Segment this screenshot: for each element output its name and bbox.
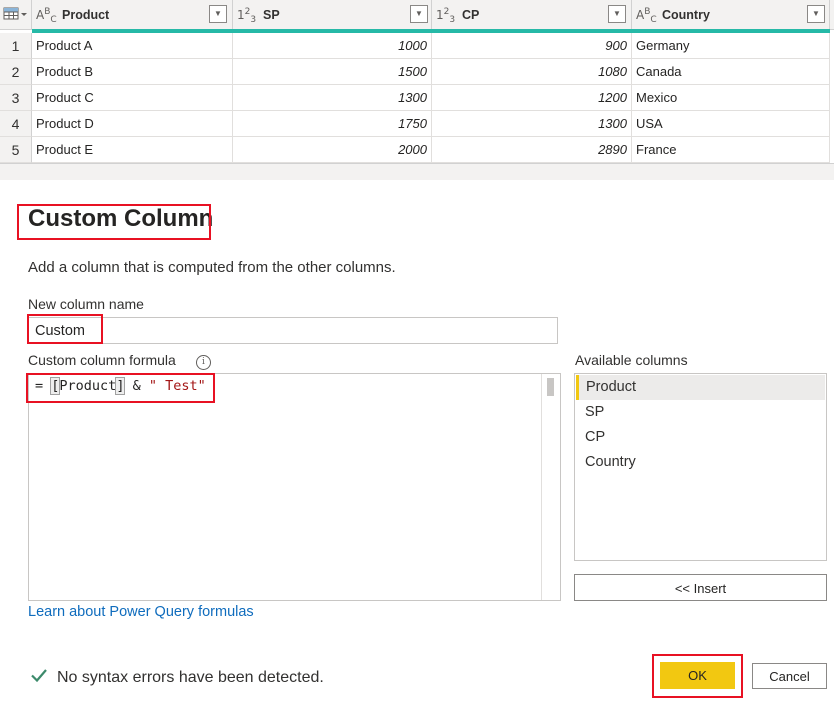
column-header-label: Product bbox=[62, 8, 110, 22]
cell-cp[interactable]: 1200 bbox=[432, 85, 632, 111]
123-number-type-icon[interactable]: 123 bbox=[237, 6, 256, 25]
filter-dropdown-button[interactable]: ▼ bbox=[608, 5, 626, 23]
column-header-cp[interactable]: 123 CP ▼ bbox=[432, 0, 632, 29]
available-columns-list[interactable]: Product SP CP Country bbox=[574, 373, 827, 561]
cell-country[interactable]: USA bbox=[632, 111, 830, 137]
cell-country[interactable]: France bbox=[632, 137, 830, 163]
cell-cp[interactable]: 900 bbox=[432, 33, 632, 59]
table-row: 2 Product B 1500 1080 Canada bbox=[0, 59, 834, 85]
ok-button[interactable]: OK bbox=[660, 662, 735, 689]
cell-product[interactable]: Product A bbox=[32, 33, 233, 59]
syntax-status-text: No syntax errors have been detected. bbox=[57, 669, 324, 686]
formula-string-literal: " Test" bbox=[148, 378, 206, 394]
dialog-description: Add a column that is computed from the o… bbox=[28, 259, 396, 276]
table-row: 4 Product D 1750 1300 USA bbox=[0, 111, 834, 137]
column-header-sp[interactable]: 123 SP ▼ bbox=[233, 0, 432, 29]
new-column-name-input[interactable] bbox=[28, 317, 558, 344]
table-row: 3 Product C 1300 1200 Mexico bbox=[0, 85, 834, 111]
cell-sp[interactable]: 2000 bbox=[233, 137, 432, 163]
available-column-item[interactable]: Country bbox=[576, 450, 825, 475]
cell-country[interactable]: Canada bbox=[632, 59, 830, 85]
table-row: 1 Product A 1000 900 Germany bbox=[0, 33, 834, 59]
checkmark-icon bbox=[31, 669, 47, 683]
cell-cp[interactable]: 2890 bbox=[432, 137, 632, 163]
cell-country[interactable]: Germany bbox=[632, 33, 830, 59]
table-row: 5 Product E 2000 2890 France bbox=[0, 137, 834, 163]
custom-column-formula-label: Custom column formula bbox=[28, 352, 176, 368]
available-column-item[interactable]: CP bbox=[576, 425, 825, 450]
formula-editor[interactable]: = [Product] & " Test" bbox=[28, 373, 561, 601]
filter-dropdown-button[interactable]: ▼ bbox=[410, 5, 428, 23]
filter-dropdown-button[interactable]: ▼ bbox=[209, 5, 227, 23]
available-columns-label: Available columns bbox=[575, 352, 688, 368]
grid-header: ABC Product ▼ 123 SP ▼ 123 CP ▼ ABC Coun… bbox=[0, 0, 834, 30]
abc-text-type-icon[interactable]: ABC bbox=[36, 6, 57, 25]
cell-product[interactable]: Product C bbox=[32, 85, 233, 111]
cell-sp[interactable]: 1300 bbox=[233, 85, 432, 111]
cell-product[interactable]: Product B bbox=[32, 59, 233, 85]
column-header-country[interactable]: ABC Country ▼ bbox=[632, 0, 830, 29]
cancel-button[interactable]: Cancel bbox=[752, 663, 827, 689]
cell-sp[interactable]: 1500 bbox=[233, 59, 432, 85]
cell-sp[interactable]: 1000 bbox=[233, 33, 432, 59]
cell-cp[interactable]: 1300 bbox=[432, 111, 632, 137]
info-icon[interactable]: i bbox=[196, 355, 211, 370]
formula-column-ref: Product bbox=[59, 378, 117, 394]
formula-scrollbar[interactable] bbox=[541, 374, 560, 600]
row-number[interactable]: 2 bbox=[0, 59, 32, 85]
data-grid: ABC Product ▼ 123 SP ▼ 123 CP ▼ ABC Coun… bbox=[0, 0, 834, 180]
formula-prefix: = bbox=[35, 378, 52, 394]
row-number[interactable]: 5 bbox=[0, 137, 32, 163]
table-menu-button[interactable] bbox=[0, 0, 32, 29]
dialog-title: Custom Column bbox=[28, 205, 214, 232]
column-header-label: CP bbox=[462, 8, 480, 22]
cell-country[interactable]: Mexico bbox=[632, 85, 830, 111]
grid-scroll-area[interactable] bbox=[0, 163, 834, 180]
learn-formulas-link[interactable]: Learn about Power Query formulas bbox=[28, 604, 254, 620]
column-header-label: SP bbox=[263, 8, 280, 22]
cell-product[interactable]: Product E bbox=[32, 137, 233, 163]
cell-sp[interactable]: 1750 bbox=[233, 111, 432, 137]
abc-text-type-icon[interactable]: ABC bbox=[636, 6, 657, 25]
cell-product[interactable]: Product D bbox=[32, 111, 233, 137]
123-number-type-icon[interactable]: 123 bbox=[436, 6, 455, 25]
insert-button[interactable]: << Insert bbox=[574, 574, 827, 601]
row-number[interactable]: 4 bbox=[0, 111, 32, 137]
scrollbar-thumb[interactable] bbox=[547, 378, 554, 396]
new-column-name-label: New column name bbox=[28, 296, 144, 312]
cell-cp[interactable]: 1080 bbox=[432, 59, 632, 85]
row-number[interactable]: 1 bbox=[0, 33, 32, 59]
table-icon bbox=[3, 7, 27, 20]
available-column-item[interactable]: SP bbox=[576, 400, 825, 425]
column-header-label: Country bbox=[662, 8, 710, 22]
available-column-item[interactable]: Product bbox=[576, 375, 825, 400]
filter-dropdown-button[interactable]: ▼ bbox=[807, 5, 825, 23]
row-number[interactable]: 3 bbox=[0, 85, 32, 111]
column-header-product[interactable]: ABC Product ▼ bbox=[32, 0, 233, 29]
formula-operator: & bbox=[124, 378, 149, 394]
formula-text[interactable]: = [Product] & " Test" bbox=[35, 377, 206, 395]
